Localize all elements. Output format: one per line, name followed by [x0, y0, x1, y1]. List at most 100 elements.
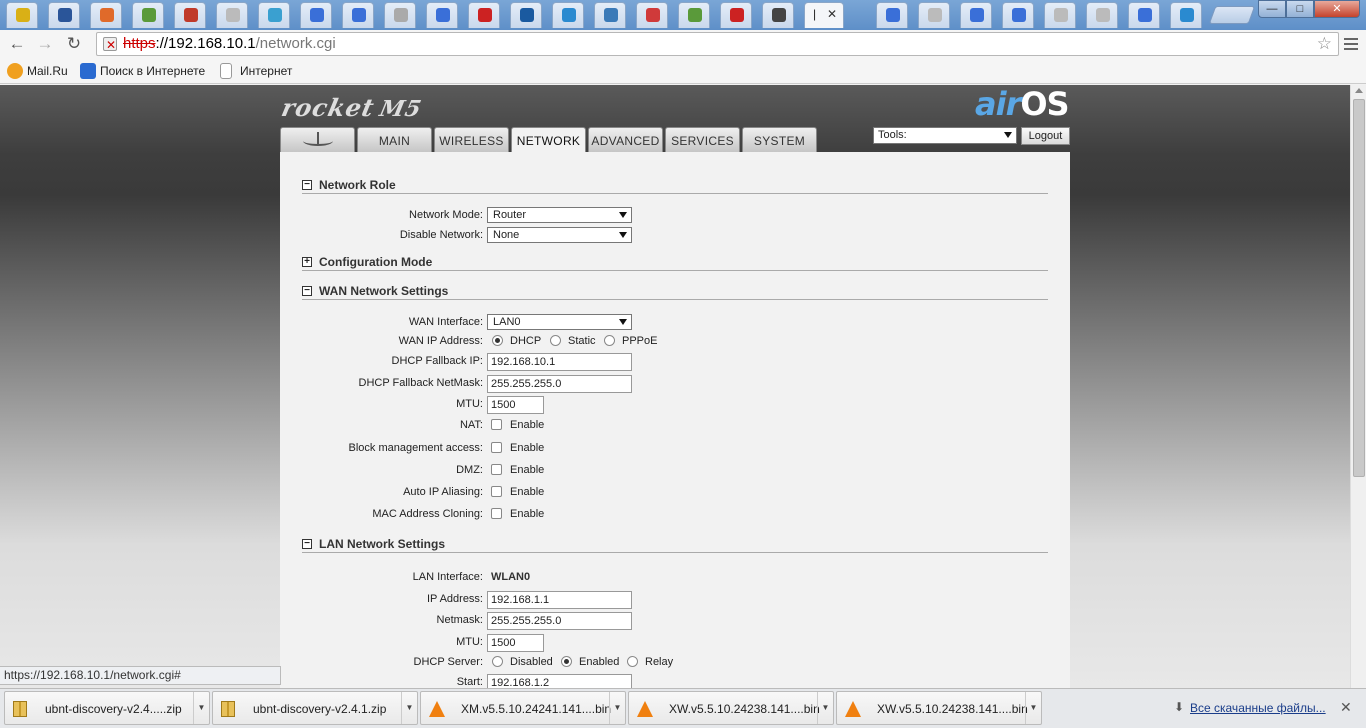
block-management-checkbox[interactable] [491, 442, 502, 453]
expand-icon[interactable]: + [302, 257, 312, 267]
window-close-button[interactable]: ✕ [1314, 0, 1360, 18]
dhcp-enabled-radio[interactable] [561, 656, 572, 667]
network-mode-select[interactable]: Router [487, 207, 632, 223]
lan-interface-label: LAN Interface: [412, 571, 483, 583]
download-item[interactable]: XM.v5.5.10.24241.141....bin ▼ [420, 691, 626, 725]
tab-wireless[interactable]: WIRELESS [434, 127, 509, 153]
bookmark-internet[interactable]: Интернет [220, 62, 292, 80]
download-item[interactable]: ubnt-discovery-v2.4.1.zip ▼ [212, 691, 418, 725]
bookmark-mailru[interactable]: Mail.Ru [7, 62, 68, 80]
tab-main[interactable]: MAIN [357, 127, 432, 153]
download-menu-arrow-icon[interactable]: ▼ [193, 692, 209, 724]
auto-ip-aliasing-checkbox[interactable] [491, 486, 502, 497]
download-item[interactable]: XW.v5.5.10.24238.141....bin ▼ [836, 691, 1042, 725]
page-scrollbar[interactable] [1350, 85, 1366, 688]
browser-tab[interactable] [132, 2, 164, 28]
download-menu-arrow-icon[interactable]: ▼ [609, 692, 625, 724]
browser-tab[interactable] [1044, 2, 1076, 28]
browser-tab[interactable] [174, 2, 206, 28]
nat-checkbox[interactable] [491, 419, 502, 430]
download-filename: XW.v5.5.10.24238.141....bin [877, 702, 1028, 716]
browser-tab[interactable] [1002, 2, 1034, 28]
tab-ubnt-logo[interactable] [280, 127, 355, 153]
download-menu-arrow-icon[interactable]: ▼ [401, 692, 417, 724]
browser-tab[interactable] [300, 2, 332, 28]
lan-ip-address-input[interactable]: 192.168.1.1 [487, 591, 632, 609]
dhcp-disabled-radio[interactable] [492, 656, 503, 667]
window-minimize-button[interactable]: — [1258, 0, 1286, 18]
auto-ip-aliasing-enable-label: Enable [510, 486, 545, 498]
reload-icon[interactable]: ↻ [63, 33, 85, 55]
window-maximize-button[interactable]: □ [1286, 0, 1314, 18]
dmz-checkbox[interactable] [491, 464, 502, 475]
wan-dhcp-radio[interactable] [492, 335, 503, 346]
disable-network-value: None [493, 229, 520, 241]
dhcp-relay-radio[interactable] [627, 656, 638, 667]
browser-tab[interactable] [384, 2, 416, 28]
browser-tab[interactable] [678, 2, 710, 28]
browser-tab[interactable] [720, 2, 752, 28]
disable-network-select[interactable]: None [487, 227, 632, 243]
browser-tab[interactable] [342, 2, 374, 28]
tab-favicon-icon [268, 8, 282, 22]
browser-tab[interactable] [48, 2, 80, 28]
tools-select[interactable]: Tools: [873, 127, 1017, 144]
mac-cloning-checkbox[interactable] [491, 508, 502, 519]
wan-static-radio[interactable] [550, 335, 561, 346]
bookmark-search[interactable]: Поиск в Интернете [80, 62, 205, 80]
forward-arrow-icon[interactable]: → [34, 33, 56, 55]
tab-network[interactable]: NETWORK [511, 127, 586, 154]
tab-services[interactable]: SERVICES [665, 127, 740, 153]
browser-tab[interactable] [426, 2, 458, 28]
collapse-icon[interactable]: − [302, 286, 312, 296]
dhcp-fallback-ip-input[interactable]: 192.168.10.1 [487, 353, 632, 371]
browser-tab[interactable] [1086, 2, 1118, 28]
browser-tab[interactable] [918, 2, 950, 28]
browser-tab[interactable] [876, 2, 908, 28]
dmz-enable-label: Enable [510, 464, 545, 476]
collapse-icon[interactable]: − [302, 539, 312, 549]
tab-system[interactable]: SYSTEM [742, 127, 817, 153]
dhcp-fallback-netmask-input[interactable]: 255.255.255.0 [487, 375, 632, 393]
range-start-input[interactable]: 192.168.1.2 [487, 674, 632, 688]
back-arrow-icon[interactable]: ← [6, 33, 28, 55]
download-menu-arrow-icon[interactable]: ▼ [817, 692, 833, 724]
browser-tab[interactable] [510, 2, 542, 28]
browser-tab[interactable] [636, 2, 668, 28]
browser-tab[interactable] [90, 2, 122, 28]
wan-mtu-input[interactable]: 1500 [487, 396, 544, 414]
browser-tab[interactable] [552, 2, 584, 28]
broken-lock-icon[interactable] [103, 34, 117, 56]
lan-netmask-input[interactable]: 255.255.255.0 [487, 612, 632, 630]
logout-button[interactable]: Logout [1021, 127, 1070, 145]
download-item[interactable]: XW.v5.5.10.24238.141....bin ▼ [628, 691, 834, 725]
wan-pppoe-radio[interactable] [604, 335, 615, 346]
bookmark-label: Поиск в Интернете [100, 64, 206, 78]
browser-tab[interactable] [258, 2, 290, 28]
browser-tab-active[interactable]: | ✕ [804, 2, 844, 28]
download-menu-arrow-icon[interactable]: ▼ [1025, 692, 1041, 724]
scroll-up-arrow-icon[interactable] [1355, 88, 1363, 93]
browser-menu-icon[interactable] [1342, 35, 1360, 53]
browser-tab[interactable] [216, 2, 248, 28]
airos-logo: airOS [975, 85, 1070, 123]
tab-close-icon[interactable]: ✕ [827, 7, 837, 21]
bookmark-star-icon[interactable]: ☆ [1317, 33, 1332, 55]
address-bar[interactable]: https://192.168.10.1/network.cgi ☆ [96, 32, 1339, 56]
browser-tab[interactable] [594, 2, 626, 28]
lan-mtu-input[interactable]: 1500 [487, 634, 544, 652]
browser-tab[interactable] [6, 2, 38, 28]
browser-tab[interactable] [960, 2, 992, 28]
new-tab-button[interactable] [1208, 6, 1256, 24]
tab-advanced[interactable]: ADVANCED [588, 127, 663, 153]
show-all-downloads-link[interactable]: Все скачанные файлы... [1190, 701, 1326, 715]
close-downloads-icon[interactable]: ✕ [1340, 699, 1352, 716]
download-item[interactable]: ubnt-discovery-v2.4.....zip ▼ [4, 691, 210, 725]
scrollbar-thumb[interactable] [1353, 99, 1365, 477]
collapse-icon[interactable]: − [302, 180, 312, 190]
browser-tab[interactable] [1170, 2, 1202, 28]
browser-tab[interactable] [762, 2, 794, 28]
browser-tab[interactable] [1128, 2, 1160, 28]
browser-tab[interactable] [468, 2, 500, 28]
wan-interface-select[interactable]: LAN0 [487, 314, 632, 330]
